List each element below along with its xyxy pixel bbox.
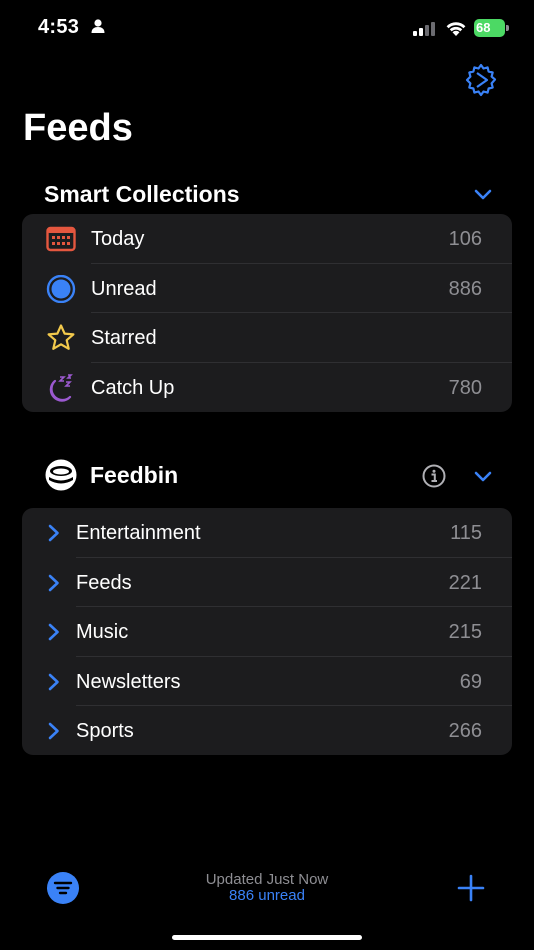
folder-row[interactable]: Entertainment 115 <box>22 508 512 558</box>
battery-icon: 68 <box>474 19 510 37</box>
row-count: 106 <box>448 228 482 250</box>
folder-label: Entertainment <box>76 522 201 544</box>
folder-label: Sports <box>76 720 134 742</box>
home-indicator[interactable] <box>172 935 362 940</box>
folder-row[interactable]: Sports 266 <box>22 706 512 756</box>
moon-zzz-icon <box>49 373 73 402</box>
folder-label: Feeds <box>76 571 132 594</box>
wifi-icon <box>446 22 466 36</box>
folder-row[interactable]: Music 215 <box>22 607 512 657</box>
signal-icon <box>413 22 435 36</box>
star-icon <box>47 324 75 350</box>
smart-collection-today[interactable]: Today 106 <box>22 214 512 264</box>
folder-count: 115 <box>450 522 482 544</box>
chevron-right-icon[interactable] <box>48 722 60 740</box>
person-icon <box>91 19 105 33</box>
chevron-right-icon[interactable] <box>48 623 60 641</box>
page-title: Feeds <box>23 107 133 149</box>
smart-collection-catch-up[interactable]: Catch Up 780 <box>22 363 512 413</box>
folder-count: 215 <box>448 621 482 643</box>
smart-collections-title: Smart Collections <box>44 181 240 207</box>
account-title: Feedbin <box>90 462 179 488</box>
unread-count: 886 unread <box>229 887 305 904</box>
chevron-right-icon[interactable] <box>48 574 60 592</box>
row-count: 780 <box>448 376 482 399</box>
status-time: 4:53 <box>38 16 80 38</box>
update-status: Updated Just Now <box>205 871 329 888</box>
chevron-down-icon[interactable] <box>474 189 492 200</box>
feedbin-logo-icon <box>45 459 77 491</box>
chevron-right-icon[interactable] <box>48 673 60 691</box>
smart-collections-list: Today 106 Unread 886 Starred Catch Up 78… <box>22 214 512 412</box>
account-header[interactable]: Feedbin <box>44 456 504 496</box>
smart-collection-starred[interactable]: Starred <box>22 313 512 363</box>
settings-gear-icon[interactable] <box>463 62 499 98</box>
add-icon[interactable] <box>456 873 486 903</box>
folder-count: 266 <box>448 720 482 742</box>
folder-label: Newsletters <box>76 670 181 693</box>
account-folder-list: Entertainment 115 Feeds 221 Music 215 Ne… <box>22 508 512 755</box>
chevron-right-icon[interactable] <box>48 524 60 542</box>
row-label: Today <box>91 228 145 250</box>
folder-row[interactable]: Newsletters 69 <box>22 657 512 706</box>
folder-label: Music <box>76 621 129 643</box>
folder-count: 221 <box>448 571 482 594</box>
row-label: Starred <box>91 327 157 349</box>
bottom-toolbar: Updated Just Now 886 unread <box>0 860 534 920</box>
smart-collection-unread[interactable]: Unread 886 <box>22 264 512 313</box>
row-count: 886 <box>448 277 482 300</box>
smart-collections-header[interactable]: Smart Collections <box>44 175 504 215</box>
row-label: Catch Up <box>91 376 175 399</box>
calendar-icon <box>46 226 76 252</box>
battery-percent: 68 <box>476 20 491 35</box>
folder-count: 69 <box>459 670 482 693</box>
status-bar: 4:53 68 <box>0 0 534 56</box>
info-icon[interactable] <box>422 464 446 488</box>
row-label: Unread <box>91 277 157 300</box>
folder-row[interactable]: Feeds 221 <box>22 558 512 607</box>
unread-circle-icon <box>46 274 76 303</box>
chevron-down-icon[interactable] <box>474 471 492 482</box>
battery-cap <box>506 25 509 31</box>
